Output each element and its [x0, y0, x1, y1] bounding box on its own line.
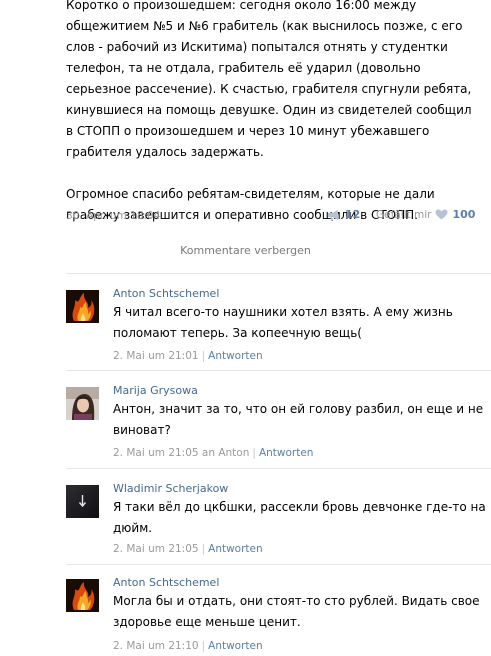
hide-comments-link[interactable]: Kommentare verbergen [0, 244, 491, 257]
avatar-fire[interactable] [66, 579, 99, 612]
avatar-dark[interactable] [66, 485, 99, 518]
comment-date[interactable]: 2. Mai um 21:05 [113, 543, 199, 555]
comment-meta: 2. Mai um 21:05 | Antworten [113, 543, 263, 555]
comment-text: Я таки вёл до цкбшки, рассекли бровь дев… [113, 500, 486, 535]
avatar-image [66, 290, 99, 323]
comment-meta: 2. Mai um 21:10 | Antworten [113, 640, 263, 652]
reply-link[interactable]: Antworten [208, 350, 263, 362]
comment-date[interactable]: 2. Mai um 21:01 [113, 350, 199, 362]
comment-text: Я читал всего-то наушники хотел взять. А… [113, 305, 453, 340]
like-label: Gefällt mir [376, 208, 432, 221]
comment-divider [66, 370, 491, 371]
comment-text: Могла бы и отдать, они стоят-то сто рубл… [113, 594, 480, 629]
post-date[interactable]: 30. Apr. um 18:04 [66, 210, 160, 222]
megaphone-icon [328, 209, 338, 220]
comment-author[interactable]: Marija Grysowa [113, 384, 198, 397]
comment-divider [66, 273, 491, 274]
comment-meta: 2. Mai um 21:01 | Antworten [113, 350, 263, 362]
avatar-image [66, 387, 99, 420]
like-count: 100 [452, 208, 476, 221]
reply-link[interactable]: Antworten [208, 543, 263, 555]
post-meta: 30. Apr. um 18:04 12 Gefällt mir 100 [66, 208, 476, 226]
avatar-fire[interactable] [66, 290, 99, 323]
comment-date[interactable]: 2. Mai um 21:10 [113, 640, 199, 652]
post-text: Коротко о произошедшем: сегодня около 16… [66, 0, 476, 226]
comment-meta: 2. Mai um 21:05 an Anton | Antworten [113, 447, 314, 459]
reply-link[interactable]: Antworten [208, 640, 263, 652]
like-button[interactable]: Gefällt mir 100 [376, 208, 475, 221]
avatar-girl[interactable] [66, 387, 99, 420]
comment-divider [66, 468, 491, 469]
comment-date[interactable]: 2. Mai um 21:05 an Anton [113, 447, 249, 459]
comment-author[interactable]: Anton Schtschemel [113, 576, 219, 589]
heart-icon [435, 209, 448, 220]
wall-post: Коротко о произошедшем: сегодня около 16… [66, 0, 476, 226]
comment-divider [66, 564, 491, 565]
reply-link[interactable]: Antworten [259, 447, 314, 459]
repost-count: 12 [345, 208, 361, 221]
avatar-image [66, 485, 99, 518]
post-paragraph-1: Коротко о произошедшем: сегодня около 16… [66, 0, 472, 159]
comment-text: Антон, значит за то, что он ей голову ра… [113, 402, 484, 437]
comment-author[interactable]: Wladimir Scherjakow [113, 482, 228, 495]
avatar-image [66, 579, 99, 612]
repost-button[interactable]: 12 [327, 208, 360, 221]
comment-author[interactable]: Anton Schtschemel [113, 287, 219, 300]
page: Коротко о произошедшем: сегодня около 16… [0, 0, 491, 656]
